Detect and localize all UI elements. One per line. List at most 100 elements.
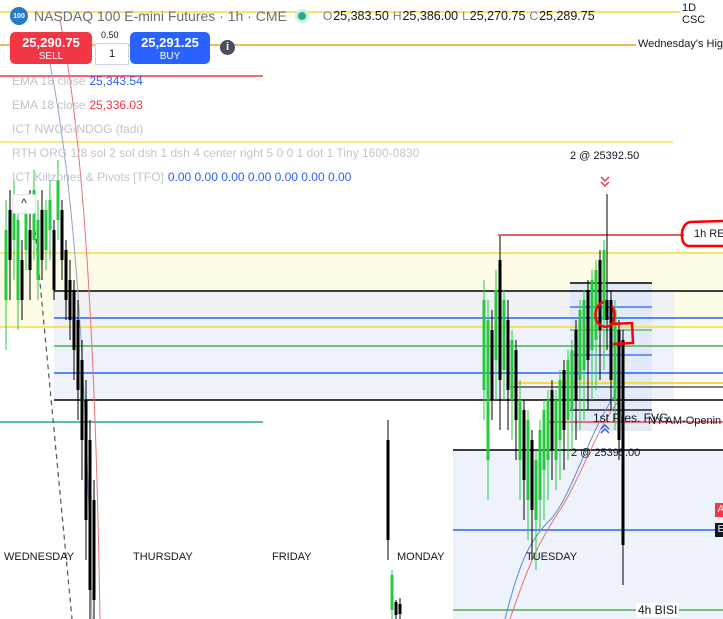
candle-body	[605, 300, 609, 320]
candle-body	[594, 270, 598, 340]
candle-body	[20, 260, 24, 300]
close-key: C	[529, 9, 539, 23]
candle-body	[84, 400, 88, 520]
candle-body	[52, 230, 56, 290]
symbol-header: 100 NASDAQ 100 E-mini Futures · 1h · CME…	[10, 6, 595, 26]
candle-body	[80, 360, 84, 440]
indicator-label: ICT NWOG/NDOG (fadi)	[12, 122, 144, 136]
symbol-logo-icon: 100	[10, 7, 28, 25]
label-ny-am-opening: NY AM-Openin	[648, 415, 722, 427]
low-key: L	[462, 9, 469, 23]
candle-body	[502, 300, 506, 370]
candle-body	[64, 250, 68, 300]
axis-day-label: FRIDAY	[272, 551, 312, 563]
indicator-label: RTH ORG 1/8 sol 2 sol dsh 1 dsh 4 center…	[12, 146, 420, 160]
candle-body	[602, 250, 606, 320]
price-chart[interactable]	[0, 0, 723, 619]
symbol-title[interactable]: NASDAQ 100 E-mini Futures · 1h · CME	[34, 8, 287, 24]
candle-body	[554, 400, 558, 460]
candle-body	[582, 300, 586, 370]
candle-body	[48, 200, 52, 230]
indicator-killzones[interactable]: ICT Killzones & Pivots [TFO] 0.00 0.00 0.…	[12, 170, 351, 184]
info-icon[interactable]: i	[220, 40, 235, 55]
candle-body	[490, 330, 494, 400]
axis-day-label: MONDAY	[397, 551, 445, 563]
candle-body	[482, 300, 486, 390]
open-key: O	[322, 9, 333, 23]
candle-body	[398, 604, 402, 614]
axis-day-label: TUESDAY	[526, 551, 578, 563]
indicator-ema-2[interactable]: EMA 18 close 25,336.03	[12, 98, 143, 112]
axis-day-label: THURSDAY	[133, 551, 193, 563]
label-4h-bisi: 4h BISI	[636, 603, 680, 617]
buy-price: 25,291.25	[141, 35, 199, 50]
candle-body	[36, 220, 40, 280]
indicator-value: 0.00 0.00 0.00 0.00 0.00 0.00 0.00	[167, 170, 352, 184]
candle-body	[68, 280, 72, 320]
indicator-ema-1[interactable]: EMA 18 close 25,343.54	[12, 74, 143, 88]
candle-body	[562, 370, 566, 430]
candle-body	[486, 320, 490, 460]
sell-marker-icon	[600, 176, 610, 188]
candle-body	[394, 602, 398, 615]
label-1d-csc: 1D CSC	[680, 2, 723, 26]
candle-body	[586, 290, 590, 360]
candle-body	[56, 180, 60, 220]
sell-price: 25,290.75	[22, 35, 80, 50]
candle-body	[546, 400, 550, 460]
spread-value: 0.50	[101, 30, 119, 40]
candle-body	[494, 290, 498, 360]
candle-body	[92, 500, 96, 600]
candle-body	[570, 350, 574, 410]
indicator-nwog[interactable]: ICT NWOG/NDOG (fadi)	[12, 122, 143, 136]
open-value: 25,383.50	[333, 9, 389, 23]
candle-body	[16, 220, 20, 300]
candle-body	[514, 350, 518, 420]
low-value: 25,270.75	[469, 9, 526, 23]
label-1h-re: 1h RE	[694, 228, 723, 240]
candle-body	[534, 460, 538, 520]
candle-body	[558, 380, 562, 440]
candle-body	[538, 430, 542, 500]
quantity-field[interactable]: 1	[95, 43, 129, 65]
candle-body	[60, 210, 64, 260]
collapse-legend-icon[interactable]: ^	[12, 194, 36, 214]
candle-body	[386, 440, 390, 540]
candle-body	[621, 340, 625, 545]
indicator-label: EMA 18 close	[12, 98, 86, 112]
label-wednesday-high: Wednesday's Hig	[636, 38, 723, 50]
candle-body	[498, 260, 502, 380]
price-badge-a: A	[715, 503, 723, 517]
buy-button[interactable]: 25,291.25 BUY	[130, 32, 210, 64]
candle-body	[24, 210, 28, 250]
sell-button[interactable]: 25,290.75 SELL	[10, 32, 92, 64]
indicator-rth[interactable]: RTH ORG 1/8 sol 2 sol dsh 1 dsh 4 center…	[12, 146, 419, 160]
candle-body	[542, 410, 546, 470]
indicator-value: 25,343.54	[89, 74, 143, 88]
candle-body	[40, 210, 44, 260]
candle-body	[518, 400, 522, 460]
close-value: 25,289.75	[539, 9, 595, 23]
candle-body	[550, 390, 554, 450]
indicator-label: EMA 18 close	[12, 74, 86, 88]
candle-body	[530, 440, 534, 510]
trade-annotation-mid: 2 @ 25395.00	[571, 447, 641, 459]
candle-body	[578, 310, 582, 380]
candle-body	[590, 280, 594, 350]
candle-body	[506, 320, 510, 390]
candle-body	[4, 230, 8, 300]
candle-body	[510, 340, 514, 400]
candle-body	[609, 300, 613, 380]
candle-body	[44, 210, 48, 250]
candle-body	[88, 440, 92, 590]
high-key: H	[392, 9, 402, 23]
candle-body	[390, 575, 394, 610]
candle-body	[522, 410, 526, 480]
candle-body	[526, 420, 530, 500]
sell-label: SELL	[38, 51, 64, 62]
market-status-icon[interactable]	[294, 9, 309, 23]
axis-day-label: WEDNESDAY	[4, 551, 75, 563]
candle-body	[28, 230, 32, 270]
buy-label: BUY	[159, 51, 181, 62]
indicator-value: 25,336.03	[89, 98, 143, 112]
